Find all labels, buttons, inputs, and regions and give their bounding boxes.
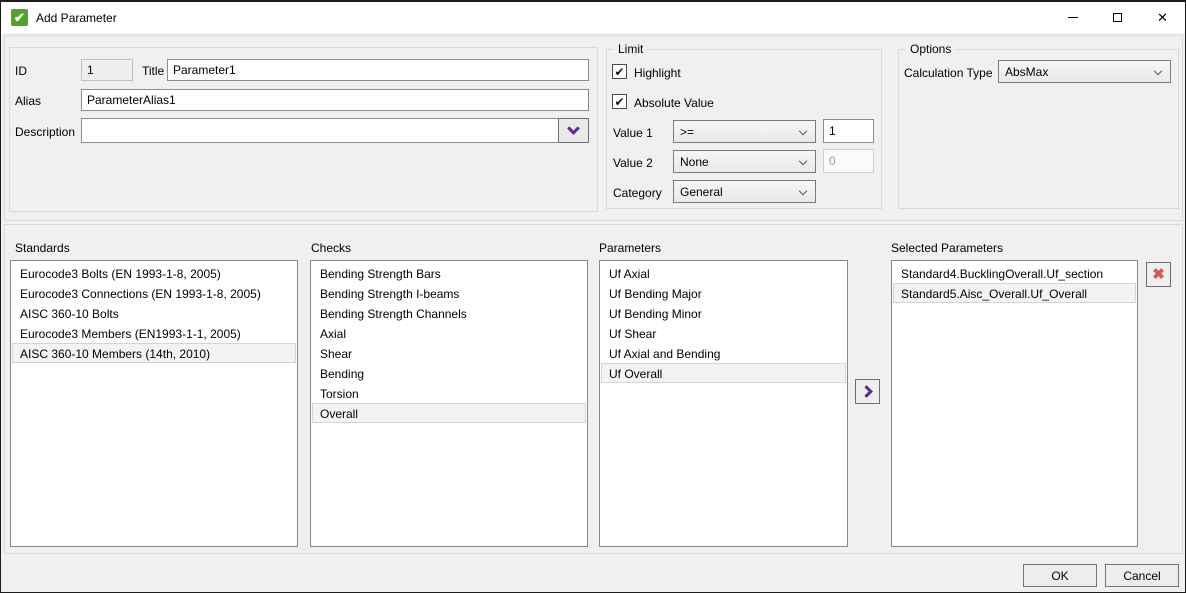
list-item[interactable]: Uf Axial xyxy=(601,263,846,283)
id-label: ID xyxy=(15,64,27,78)
minimize-icon xyxy=(1068,17,1078,18)
list-item[interactable]: Uf Axial and Bending xyxy=(601,343,846,363)
list-item[interactable]: Torsion xyxy=(312,383,586,403)
description-field[interactable] xyxy=(81,118,589,143)
chevron-down-icon xyxy=(799,156,807,164)
highlight-checkbox[interactable] xyxy=(612,64,627,79)
chevron-down-icon xyxy=(1154,66,1162,74)
title-field[interactable] xyxy=(167,59,589,81)
description-dropdown-button[interactable] xyxy=(558,118,589,143)
arrow-right-icon xyxy=(860,385,873,398)
titlebar: ✔ Add Parameter ✕ xyxy=(1,2,1185,33)
checks-label: Checks xyxy=(311,241,351,255)
value2-operator-value: None xyxy=(680,155,709,169)
list-item[interactable]: Standard4.BucklingOverall.Uf_section xyxy=(893,263,1136,283)
list-item[interactable]: Uf Bending Major xyxy=(601,283,846,303)
calculation-type-value: AbsMax xyxy=(1005,65,1048,79)
list-item[interactable]: Standard5.Aisc_Overall.Uf_Overall xyxy=(893,283,1136,303)
list-item[interactable]: Bending Strength Channels xyxy=(312,303,586,323)
absolute-value-checkbox[interactable] xyxy=(612,94,627,109)
standards-list[interactable]: Eurocode3 Bolts (EN 1993-1-8, 2005)Euroc… xyxy=(10,260,298,547)
app-check-icon: ✔ xyxy=(11,9,28,26)
value2-label: Value 2 xyxy=(613,156,653,170)
category-select[interactable]: General xyxy=(673,180,816,203)
alias-label: Alias xyxy=(15,94,41,108)
chevron-down-icon xyxy=(799,126,807,134)
value1-input[interactable] xyxy=(823,119,874,143)
list-item[interactable]: Shear xyxy=(312,343,586,363)
description-label: Description xyxy=(15,125,75,139)
list-item[interactable]: Axial xyxy=(312,323,586,343)
category-value: General xyxy=(680,185,723,199)
standards-label: Standards xyxy=(15,241,70,255)
red-x-icon: ✖ xyxy=(1152,267,1165,282)
list-item[interactable]: Bending xyxy=(312,363,586,383)
list-item[interactable]: Bending Strength I-beams xyxy=(312,283,586,303)
list-item[interactable]: AISC 360-10 Members (14th, 2010) xyxy=(12,343,296,363)
parameters-label: Parameters xyxy=(599,241,661,255)
list-item[interactable]: Overall xyxy=(312,403,586,423)
list-item[interactable]: Uf Shear xyxy=(601,323,846,343)
value2-input xyxy=(823,149,874,173)
selected-parameters-list[interactable]: Standard4.BucklingOverall.Uf_sectionStan… xyxy=(891,260,1138,547)
close-button[interactable]: ✕ xyxy=(1140,2,1185,33)
maximize-icon xyxy=(1113,13,1122,22)
chevron-down-icon xyxy=(799,186,807,194)
value1-operator-select[interactable]: >= xyxy=(673,120,816,143)
calculation-type-select[interactable]: AbsMax xyxy=(998,60,1171,83)
list-item[interactable]: Uf Bending Minor xyxy=(601,303,846,323)
value2-operator-select[interactable]: None xyxy=(673,150,816,173)
close-icon: ✕ xyxy=(1157,11,1168,24)
category-label: Category xyxy=(613,186,662,200)
alias-field[interactable] xyxy=(81,89,589,111)
window-title: Add Parameter xyxy=(36,11,117,25)
selected-parameters-label: Selected Parameters xyxy=(891,241,1003,255)
list-item[interactable]: Uf Overall xyxy=(601,363,846,383)
remove-parameter-button[interactable]: ✖ xyxy=(1146,262,1171,287)
highlight-label: Highlight xyxy=(634,66,681,80)
list-item[interactable]: Eurocode3 Connections (EN 1993-1-8, 2005… xyxy=(12,283,296,303)
list-item[interactable]: Eurocode3 Members (EN1993-1-1, 2005) xyxy=(12,323,296,343)
limit-group-label: Limit xyxy=(614,42,647,56)
add-parameter-dialog: ✔ Add Parameter ✕ ID Title Alias Descrip… xyxy=(0,0,1186,593)
minimize-button[interactable] xyxy=(1050,2,1095,33)
id-field[interactable] xyxy=(81,59,133,81)
cancel-button[interactable]: Cancel xyxy=(1105,564,1179,587)
add-parameter-button[interactable] xyxy=(855,379,880,404)
ok-button[interactable]: OK xyxy=(1023,564,1097,587)
absolute-value-label: Absolute Value xyxy=(634,96,714,110)
maximize-button[interactable] xyxy=(1095,2,1140,33)
parameters-list[interactable]: Uf AxialUf Bending MajorUf Bending Minor… xyxy=(599,260,848,547)
title-label: Title xyxy=(142,64,164,78)
value1-operator-value: >= xyxy=(680,125,694,139)
list-item[interactable]: Eurocode3 Bolts (EN 1993-1-8, 2005) xyxy=(12,263,296,283)
options-group-label: Options xyxy=(906,42,955,56)
chevron-down-icon xyxy=(567,122,580,135)
list-item[interactable]: Bending Strength Bars xyxy=(312,263,586,283)
calculation-type-label: Calculation Type xyxy=(904,66,993,80)
value1-label: Value 1 xyxy=(613,126,653,140)
checks-list[interactable]: Bending Strength BarsBending Strength I-… xyxy=(310,260,588,547)
list-item[interactable]: AISC 360-10 Bolts xyxy=(12,303,296,323)
